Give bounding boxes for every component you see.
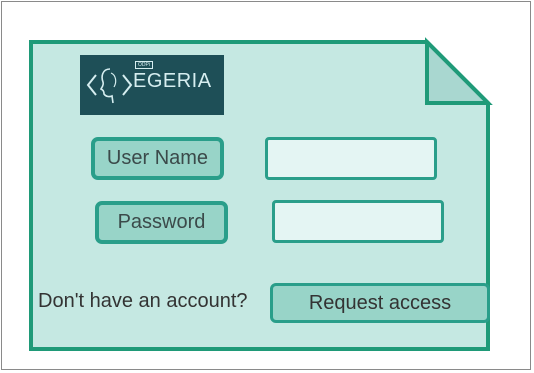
password-label: Password bbox=[95, 201, 228, 244]
username-label: User Name bbox=[91, 137, 224, 180]
password-input[interactable] bbox=[272, 200, 444, 243]
egeria-logo: ODPi EGERIA bbox=[80, 55, 224, 115]
card-folded-corner bbox=[425, 37, 493, 105]
password-label-text: Password bbox=[117, 211, 206, 233]
username-input[interactable] bbox=[265, 137, 437, 180]
no-account-text: Don't have an account? bbox=[38, 290, 248, 312]
logo-badge: ODPi bbox=[135, 61, 153, 69]
logo-brand-text: EGERIA bbox=[133, 70, 212, 92]
request-access-label: Request access bbox=[308, 292, 452, 314]
username-label-text: User Name bbox=[106, 147, 209, 169]
request-access-button[interactable]: Request access bbox=[270, 283, 490, 323]
